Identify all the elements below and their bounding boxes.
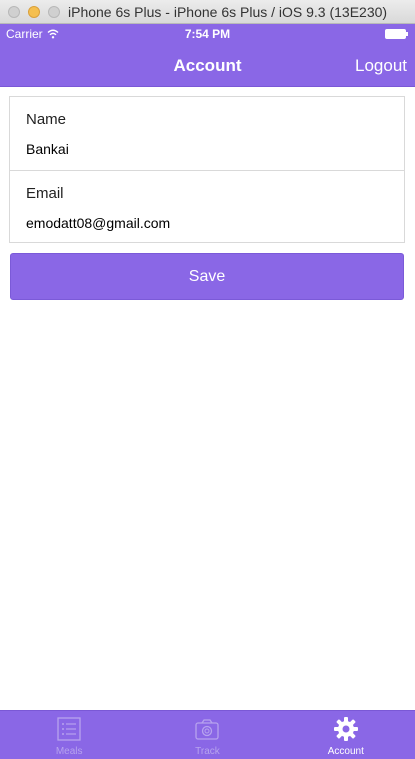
status-time: 7:54 PM [184,27,231,41]
email-field[interactable] [26,213,386,233]
gear-icon [333,717,358,741]
camera-icon [195,719,220,740]
tab-meals[interactable]: Meals [0,711,138,759]
logout-button[interactable]: Logout [355,56,407,76]
list-icon [57,717,81,741]
window-zoom-button[interactable] [48,6,60,18]
email-label: Email [26,185,64,202]
account-form: Name Email [9,96,405,243]
window-title: iPhone 6s Plus - iPhone 6s Plus / iOS 9.… [68,4,388,20]
name-row: Name [10,97,404,170]
status-bar: Carrier 7:54 PM [0,24,415,44]
name-label: Name [26,111,67,128]
tab-label: Account [327,746,364,757]
email-row: Email [10,170,404,243]
tab-label: Meals [55,746,83,757]
tab-label: Track [195,746,220,757]
tab-track[interactable]: Track [138,711,276,759]
navigation-bar: Account Logout [0,44,415,87]
page-title: Account [173,56,242,75]
simulator-window-bar: iPhone 6s Plus - iPhone 6s Plus / iOS 9.… [0,0,415,24]
battery-icon [385,29,408,39]
window-minimize-button[interactable] [28,6,40,18]
name-field[interactable] [26,139,386,159]
tab-bar: Meals Track Account [0,710,415,759]
window-close-button[interactable] [8,6,20,18]
tab-account[interactable]: Account [277,711,415,759]
save-button[interactable]: Save [10,253,404,300]
